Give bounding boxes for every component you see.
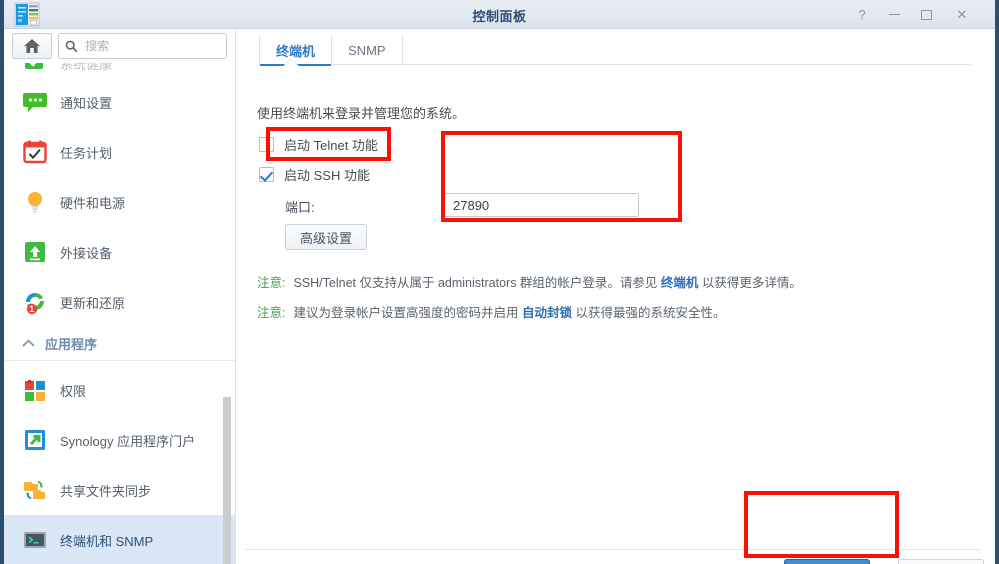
sidebar-item-application-portal[interactable]: Synology 应用程序门户	[4, 415, 235, 465]
chat-bubble-icon	[22, 89, 48, 115]
search-input[interactable]	[83, 38, 220, 54]
sidebar-item-terminal-snmp[interactable]: 终端机和 SNMP	[4, 515, 235, 564]
shared-folder-sync-icon	[22, 477, 48, 503]
title-bar: 控制面板 ? ✕	[4, 0, 995, 29]
sidebar-item-privileges[interactable]: 权限	[4, 365, 235, 415]
close-icon: ✕	[956, 6, 968, 22]
sidebar-item-notification[interactable]: 通知设置	[4, 77, 235, 127]
ssh-label: 启动 SSH 功能	[284, 168, 370, 183]
sidebar-item-hardware-power[interactable]: 硬件和电源	[4, 177, 235, 227]
tab-snmp[interactable]: SNMP	[331, 35, 403, 65]
sidebar-toolbar	[4, 29, 235, 63]
sidebar-item-external-devices[interactable]: 外接设备	[4, 227, 235, 277]
tab-bar: 终端机 SNMP	[237, 29, 995, 66]
sidebar-item-label: 更新和还原	[60, 295, 126, 311]
advanced-settings-button[interactable]: 高级设置	[285, 224, 368, 250]
note-link-terminal[interactable]: 终端机	[661, 276, 699, 290]
note-text-after: 以获得更多详情。	[698, 276, 802, 290]
maximize-icon	[920, 9, 932, 20]
sidebar-nav-list: 系统健康 通知设置 任务计划 硬件和电源 外接设备 1 更新和还原 应用程序 权…	[4, 63, 235, 564]
sidebar-section-label: 应用程序	[45, 337, 98, 352]
sidebar-item-system-health[interactable]: 系统健康	[4, 63, 235, 77]
note-tag: 注意:	[257, 306, 286, 320]
maximize-button[interactable]	[911, 0, 941, 29]
update-badge-count: 1	[29, 303, 35, 314]
chevron-up-icon	[22, 338, 35, 350]
search-box[interactable]	[58, 33, 227, 59]
external-device-icon	[22, 239, 48, 265]
telnet-checkbox-row[interactable]: 启动 Telnet 功能	[259, 135, 378, 154]
sidebar-item-label: 权限	[60, 383, 87, 399]
apply-button[interactable]: 应用	[784, 559, 870, 564]
note-ssh-telnet: 注意: SSH/Telnet 仅支持从属于 administrators 群组的帐…	[257, 272, 802, 291]
help-icon: ?	[858, 7, 866, 22]
telnet-label: 启动 Telnet 功能	[284, 138, 378, 153]
sidebar-section-applications[interactable]: 应用程序	[4, 327, 235, 361]
tab-label: SNMP	[348, 42, 386, 58]
home-icon	[24, 39, 40, 53]
terminal-icon	[22, 527, 48, 553]
sidebar-item-label: 共享文件夹同步	[60, 483, 152, 499]
intro-text: 使用终端机来登录并管理您的系统。	[257, 106, 466, 121]
tab-label: 终端机	[276, 43, 316, 59]
minimize-icon	[888, 14, 900, 15]
sidebar-item-label: 硬件和电源	[60, 195, 126, 211]
home-button[interactable]	[12, 33, 52, 59]
minimize-button[interactable]	[879, 0, 909, 29]
control-panel-window: 控制面板 ? ✕ 搜索 系统健康 通知设置 任务计划 硬件和电源 外接设备 1 …	[0, 0, 999, 564]
sidebar-item-task-scheduler[interactable]: 任务计划	[4, 127, 235, 177]
update-restore-icon: 1	[22, 289, 48, 315]
telnet-checkbox[interactable]	[259, 137, 274, 152]
app-portal-icon	[22, 427, 48, 453]
footer-separator	[245, 549, 981, 550]
close-button[interactable]: ✕	[947, 0, 977, 29]
active-tab-pointer	[283, 59, 299, 67]
clipped-green-icon	[22, 63, 48, 76]
sidebar-item-label: 外接设备	[60, 245, 113, 261]
sidebar-item-update-restore[interactable]: 1 更新和还原	[4, 277, 235, 327]
note-link-auto-block[interactable]: 自动封锁	[522, 306, 572, 320]
search-icon	[65, 40, 78, 53]
note-text-before: 建议为登录帐户设置高强度的密码并启用	[293, 306, 522, 320]
lightbulb-icon	[22, 189, 48, 215]
permissions-icon	[22, 377, 48, 403]
main-panel: 终端机 SNMP 使用终端机来登录并管理您的系统。 启动 Telnet 功能 启…	[237, 29, 995, 564]
sidebar-scrollbar-thumb[interactable]	[223, 397, 231, 564]
note-text-before: SSH/Telnet 仅支持从属于 administrators 群组的帐户登录…	[293, 276, 661, 290]
sidebar-item-label: 任务计划	[60, 145, 113, 161]
sidebar-item-label: 终端机和 SNMP	[60, 533, 154, 549]
port-label: 端口:	[285, 200, 315, 215]
reset-button[interactable]: 重置	[898, 559, 984, 564]
sidebar-item-label: 系统健康	[60, 63, 113, 72]
note-password-autoblock: 注意: 建议为登录帐户设置高强度的密码并启用 自动封锁 以获得最强的系统安全性。	[257, 302, 725, 321]
sidebar-item-label: Synology 应用程序门户	[60, 433, 196, 449]
sidebar-item-label: 通知设置	[60, 95, 113, 111]
port-input[interactable]	[444, 193, 639, 217]
sidebar-item-shared-folder-sync[interactable]: 共享文件夹同步	[4, 465, 235, 515]
help-button[interactable]: ?	[847, 0, 877, 29]
sidebar: 系统健康 通知设置	[4, 29, 236, 564]
calendar-check-icon	[22, 139, 48, 165]
note-tag: 注意:	[257, 276, 286, 290]
note-text-after: 以获得最强的系统安全性。	[571, 306, 726, 320]
ssh-checkbox[interactable]	[259, 167, 274, 182]
ssh-checkbox-row[interactable]: 启动 SSH 功能	[259, 165, 370, 184]
